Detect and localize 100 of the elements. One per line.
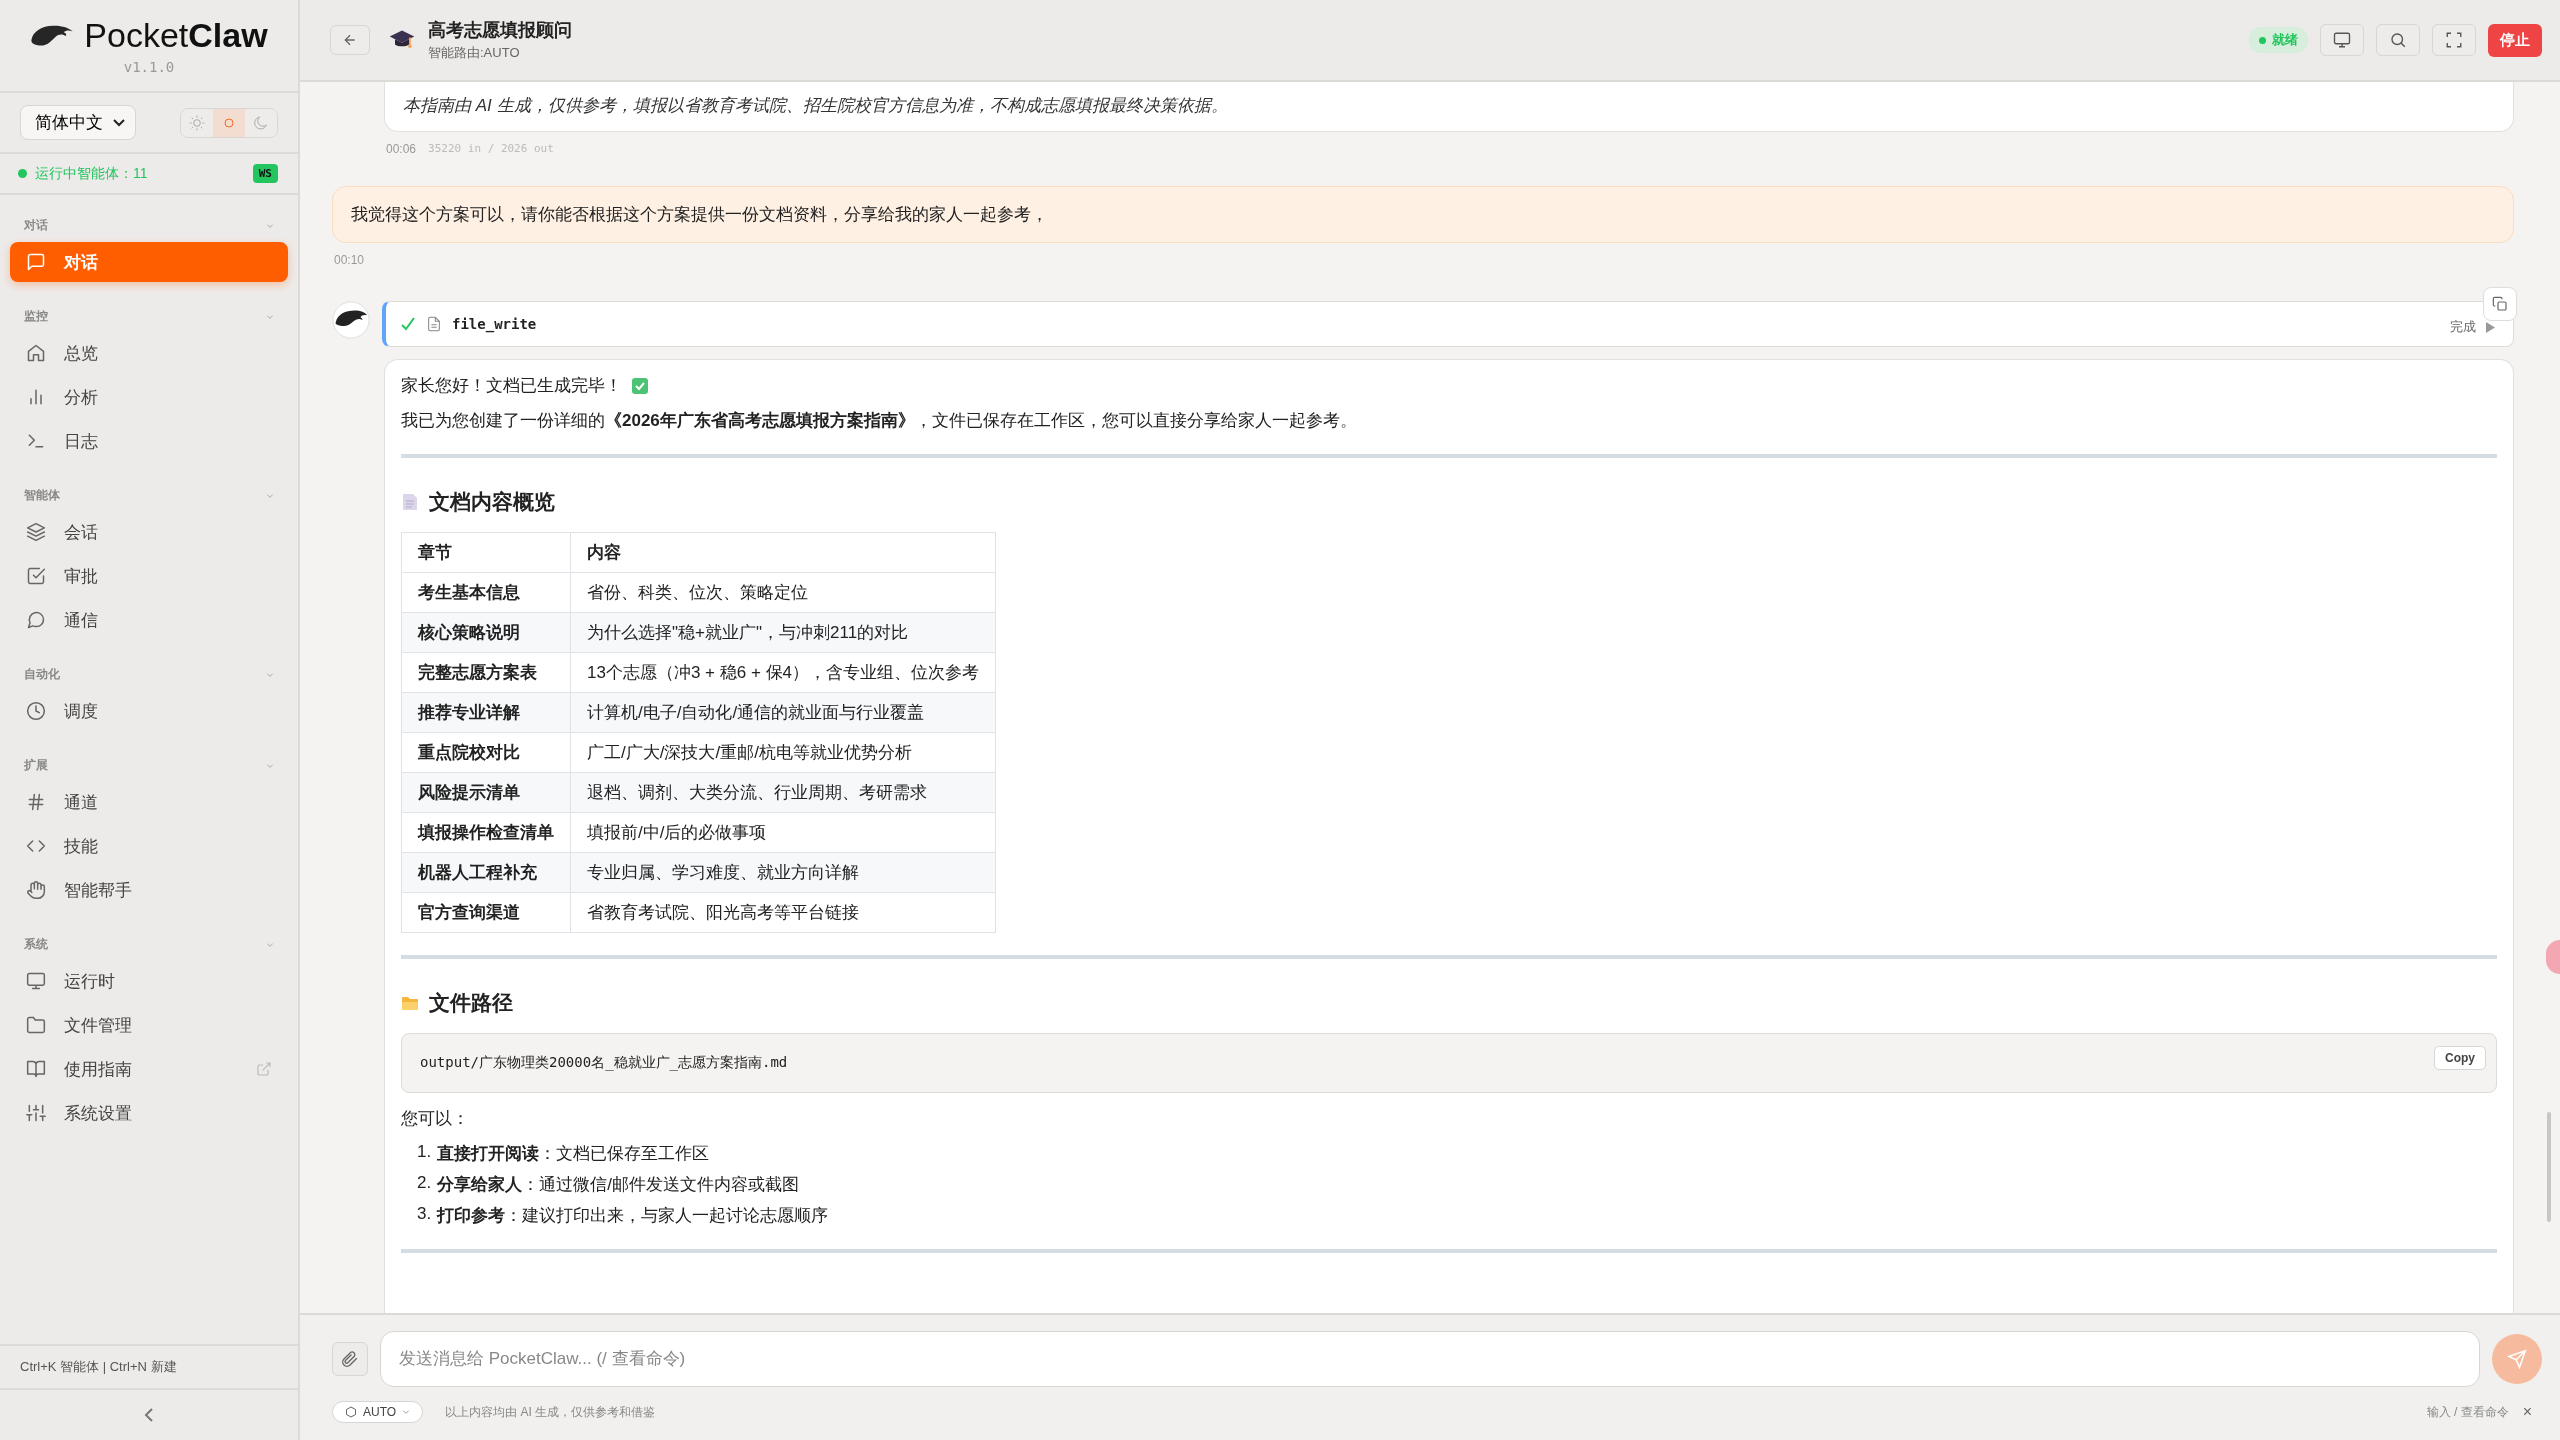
- layers-icon: [26, 522, 46, 542]
- stop-button[interactable]: 停止: [2488, 23, 2542, 57]
- sidebar-item[interactable]: 智能帮手: [10, 870, 288, 910]
- table-cell: 填报前/中/后的必做事项: [570, 812, 996, 853]
- section-title: 系统: [24, 936, 48, 953]
- ai-disclaimer: 以上内容均由 AI 生成，仅供参考和借鉴: [445, 1403, 656, 1421]
- options-intro: 您可以：: [401, 1108, 470, 1130]
- sidebar-item[interactable]: 日志: [10, 421, 288, 461]
- section-title: 扩展: [24, 757, 48, 774]
- table-cell: 官方查询渠道: [401, 892, 571, 933]
- section-title: 监控: [24, 308, 48, 325]
- list-number: 3.: [417, 1204, 432, 1225]
- shortcut-hint: Ctrl+K 智能体 | Ctrl+N 新建: [0, 1344, 298, 1390]
- chevron-icon[interactable]: [266, 941, 274, 948]
- table-cell: 考生基本信息: [401, 572, 571, 613]
- collapse-icon[interactable]: [144, 1407, 154, 1423]
- table-cell: 退档、调剂、大类分流、行业周期、考研需求: [570, 772, 996, 813]
- document-icon: [426, 316, 442, 332]
- folder-icon: [26, 1015, 46, 1035]
- book-icon: [26, 1059, 46, 1079]
- list-item: 打印参考：建议打印出来，与家人一起讨论志愿顺序: [437, 1205, 829, 1227]
- chevron-icon[interactable]: [266, 762, 274, 769]
- status-dot: [18, 169, 27, 178]
- copy-button[interactable]: [2483, 287, 2517, 321]
- speech-bubble-icon: [26, 610, 46, 630]
- table-cell: 重点院校对比: [401, 732, 571, 773]
- theme-button[interactable]: [213, 108, 245, 137]
- table-cell: 为什么选择"稳+就业广"，与冲刺211的对比: [570, 612, 996, 653]
- app-name: PocketClaw: [84, 16, 268, 55]
- column-header: 内容: [570, 532, 996, 573]
- section-title: 自动化: [24, 666, 60, 683]
- table-cell: 风险提示清单: [401, 772, 571, 813]
- sidebar-item[interactable]: 总览: [10, 333, 288, 373]
- back-button[interactable]: [330, 25, 370, 55]
- close-button[interactable]: ×: [2522, 1403, 2542, 1421]
- chevron-icon[interactable]: [266, 671, 274, 678]
- chat-icon: [26, 252, 46, 272]
- send-button[interactable]: [2492, 1334, 2542, 1384]
- sidebar-item[interactable]: 文件管理: [10, 1005, 288, 1045]
- moon-icon: [253, 114, 269, 131]
- table-cell: 专业归属、学习难度、就业方向详解: [570, 852, 996, 893]
- message-time: 00:10: [334, 253, 365, 267]
- language-select[interactable]: 简体中文: [20, 105, 136, 140]
- page-icon: [401, 493, 419, 511]
- fullscreen-button[interactable]: [2432, 24, 2476, 56]
- search-button[interactable]: [2376, 24, 2420, 56]
- table-cell: 广工/广大/深技大/重邮/杭电等就业优势分析: [570, 732, 996, 773]
- table-cell: 13个志愿（冲3 + 稳6 + 保4），含专业组、位次参考: [570, 652, 996, 693]
- ws-badge: WS: [252, 164, 278, 183]
- chevron-icon[interactable]: [266, 222, 274, 229]
- sidebar-item[interactable]: 调度: [10, 691, 288, 731]
- user-message: 我觉得这个方案可以，请你能否根据这个方案提供一份文档资料，分享给我的家人一起参考，: [332, 186, 2514, 243]
- sidebar-item[interactable]: 分析: [10, 377, 288, 417]
- attach-button[interactable]: [332, 1342, 368, 1376]
- mode-select[interactable]: AUTO: [332, 1401, 424, 1423]
- tool-call-card[interactable]: file_write 完成: [382, 301, 2514, 347]
- command-hint: 输入 / 查看命令: [2426, 1403, 2509, 1421]
- sliders-icon: [26, 1103, 46, 1123]
- table-cell: 省教育考试院、阳光高考等平台链接: [570, 892, 996, 933]
- tool-name: file_write: [452, 316, 537, 332]
- monitor-icon: [2333, 31, 2351, 49]
- list-item: 分享给家人：通过微信/邮件发送文件内容或截图: [437, 1174, 799, 1196]
- chevron-icon[interactable]: [266, 492, 274, 499]
- check-mark-icon: [632, 377, 648, 394]
- version-label: v1.1.0: [123, 59, 175, 75]
- table-cell: 计算机/电子/自动化/通信的就业面与行业覆盖: [570, 692, 996, 733]
- floating-helper-icon[interactable]: [2546, 940, 2560, 974]
- message-input[interactable]: 发送消息给 PocketClaw... (/ 查看命令): [380, 1331, 2480, 1387]
- list-number: 2.: [417, 1173, 432, 1194]
- back-arrow-icon: [342, 32, 358, 48]
- table-cell: 省份、科类、位次、策略定位: [570, 572, 996, 613]
- section-title: 智能体: [24, 487, 60, 504]
- search-icon: [2389, 31, 2407, 49]
- clock-icon: [26, 701, 46, 721]
- sidebar-item[interactable]: 技能: [10, 826, 288, 866]
- section-heading: 文件路径: [429, 990, 513, 1016]
- hexagon-icon: [345, 1406, 357, 1418]
- sidebar-item[interactable]: 会话: [10, 512, 288, 552]
- terminal-icon: [26, 431, 46, 451]
- sidebar-item[interactable]: 运行时: [10, 961, 288, 1001]
- copy-button[interactable]: Copy: [2434, 1046, 2486, 1070]
- disclaimer-text: 本指南由 AI 生成，仅供参考，填报以省教育考试院、招生院校官方信息为准，不构成志愿填报最终决策依据。: [403, 96, 1228, 115]
- sidebar-item[interactable]: 审批: [10, 556, 288, 596]
- chevron-icon[interactable]: [266, 313, 274, 320]
- sidebar-item[interactable]: 通信: [10, 600, 288, 640]
- fullscreen-icon: [2445, 31, 2463, 49]
- message-time: 00:06: [386, 142, 417, 156]
- status-pill: 就绪: [2249, 27, 2308, 53]
- monitor-icon: [26, 971, 46, 991]
- routing-label: 智能路由:AUTO: [428, 44, 521, 62]
- sidebar-item[interactable]: 系统设置: [10, 1093, 288, 1133]
- table-cell: 填报操作检查清单: [401, 812, 571, 853]
- sidebar-item[interactable]: 通道: [10, 782, 288, 822]
- chat-title: 高考志愿填报顾问: [428, 19, 572, 42]
- send-icon: [2507, 1349, 2527, 1369]
- sidebar-item[interactable]: 使用指南: [10, 1049, 288, 1089]
- monitor-button[interactable]: [2320, 24, 2364, 56]
- greeting-text: 家长您好！文档已生成完毕！: [401, 375, 622, 397]
- section-title: 对话: [24, 217, 48, 234]
- paperclip-icon: [341, 1350, 359, 1368]
